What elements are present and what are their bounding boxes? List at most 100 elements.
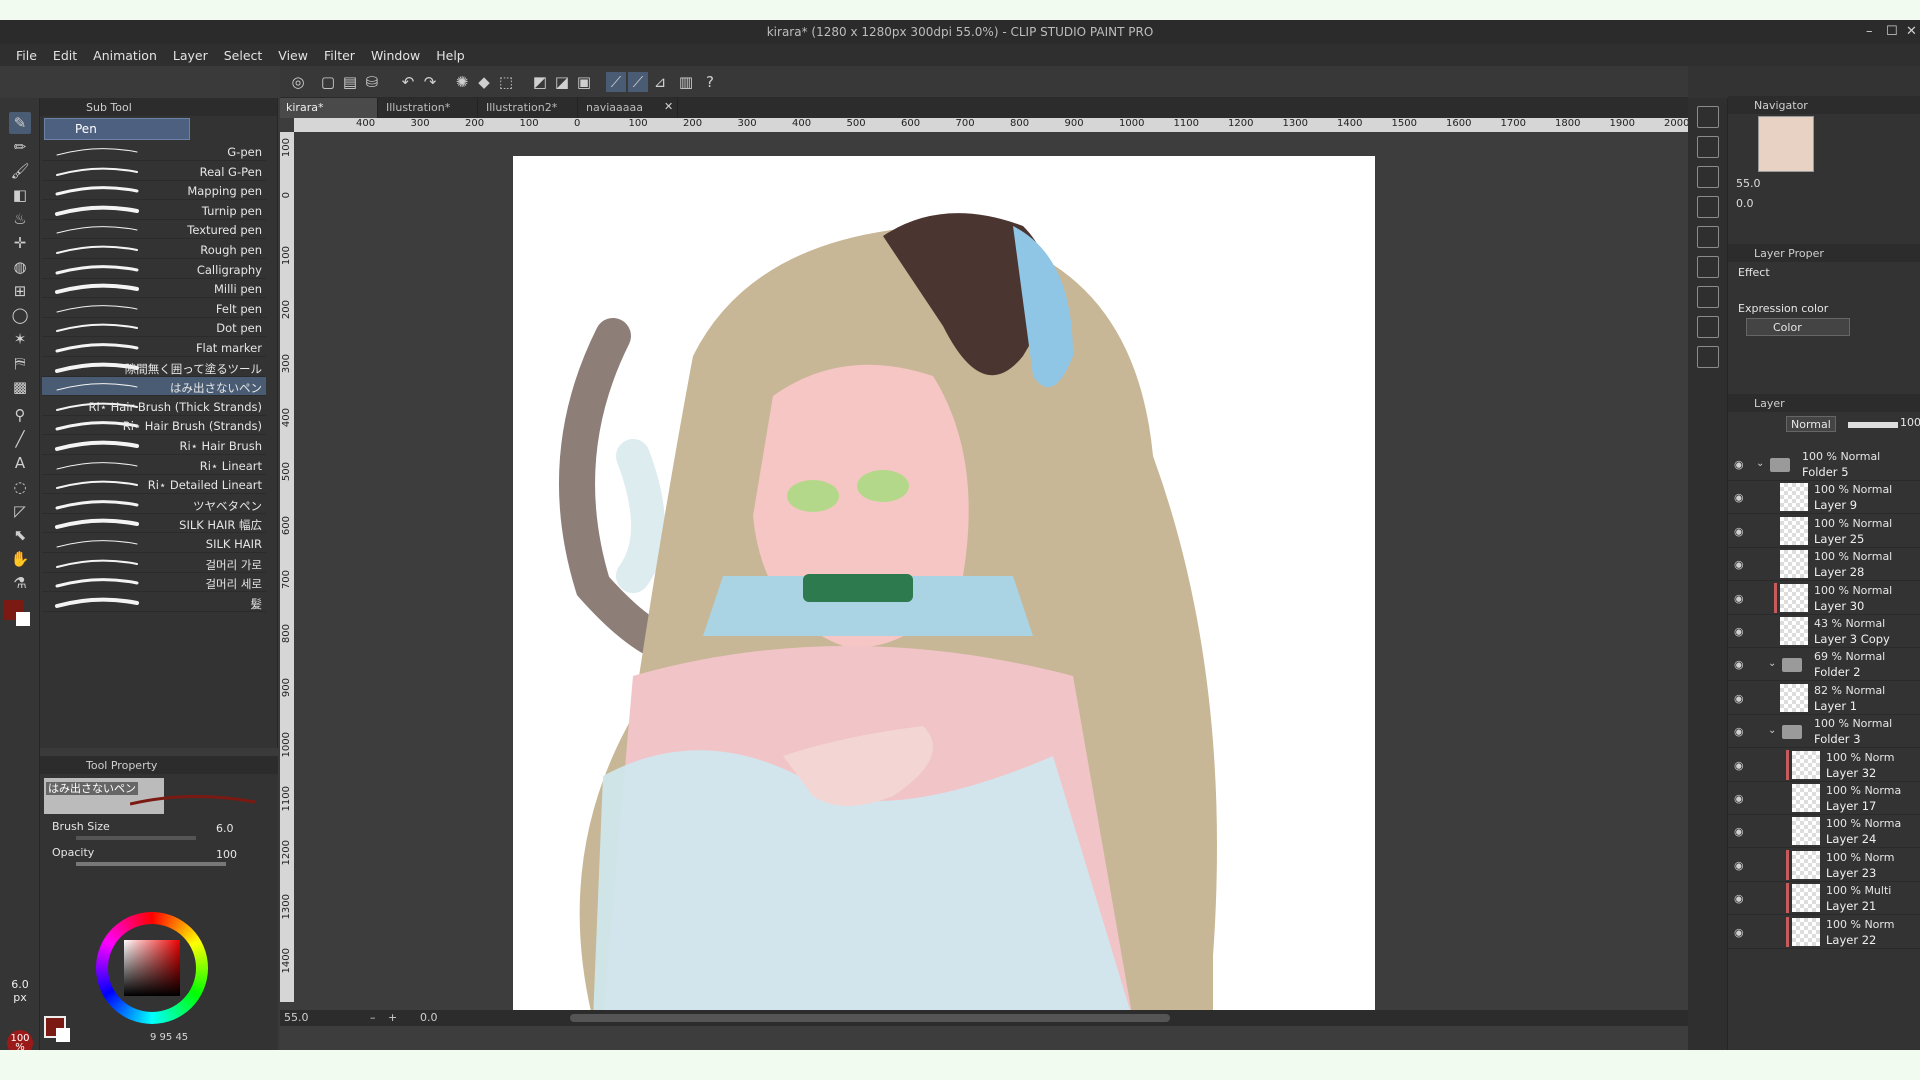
lasso-tool-icon[interactable]: ◯ — [9, 304, 31, 326]
layer-row[interactable]: ◉ 43 % Normal Layer 3 Copy — [1728, 615, 1920, 648]
visibility-eye-icon[interactable]: ◉ — [1734, 525, 1744, 538]
panel-icon-1[interactable] — [1697, 106, 1719, 128]
layer-row[interactable]: ◉ 100 % Normal Layer 30 — [1728, 582, 1920, 615]
visibility-eye-icon[interactable]: ◉ — [1734, 926, 1744, 939]
menu-view[interactable]: View — [270, 44, 316, 63]
visibility-eye-icon[interactable]: ◉ — [1734, 592, 1744, 605]
brush-item[interactable]: Turnip pen — [42, 201, 266, 220]
zoom-out-icon[interactable]: – — [370, 1011, 376, 1024]
angle-readout[interactable]: 0.0 — [420, 1011, 438, 1024]
menu-animation[interactable]: Animation — [85, 44, 165, 63]
brush-item[interactable]: Real G-Pen — [42, 162, 266, 181]
eraser-tool-icon[interactable]: ◧ — [9, 184, 31, 206]
layer-row[interactable]: ◉ 100 % Normal Layer 25 — [1728, 515, 1920, 548]
object-tool-icon[interactable]: ⬉ — [9, 524, 31, 546]
open-file-icon[interactable]: ▤ — [340, 72, 360, 92]
layer-row[interactable]: ◉ 100 % Norm Layer 22 — [1728, 916, 1920, 949]
maximize-icon[interactable]: ☐ — [1886, 24, 1898, 39]
brush-item[interactable]: 걸머리 세로 — [42, 573, 266, 593]
panel-icon-4[interactable] — [1697, 196, 1719, 218]
blend-tool-icon[interactable]: ♨ — [9, 208, 31, 230]
fill-tool-icon[interactable]: ◍ — [9, 256, 31, 278]
brush-tool-icon[interactable]: 🖌 — [9, 160, 31, 182]
blend-mode-select[interactable]: Normal — [1786, 416, 1836, 432]
layer-row[interactable]: ◉ 100 % Multi Layer 21 — [1728, 882, 1920, 916]
visibility-eye-icon[interactable]: ◉ — [1734, 759, 1744, 772]
brush-item[interactable]: Calligraphy — [42, 260, 266, 279]
figure-tool-icon[interactable]: ⊞ — [9, 280, 31, 302]
sub-tool-group-pen[interactable]: Pen — [44, 118, 190, 140]
new-file-icon[interactable]: ▢ — [318, 72, 338, 92]
brush-item[interactable]: Ri⋆ Hair Brush (Strands) — [42, 416, 266, 436]
minimize-icon[interactable]: – — [1866, 24, 1873, 39]
brush-item[interactable]: Rough pen — [42, 240, 266, 259]
brush-item[interactable]: Ri⋆ Hair Brush — [42, 436, 266, 455]
drawing-canvas[interactable] — [513, 156, 1375, 1020]
balloon-tool-icon[interactable]: ◌ — [9, 476, 31, 498]
clip-studio-icon[interactable]: ◎ — [288, 72, 308, 92]
save-icon[interactable]: ⛁ — [362, 72, 382, 92]
menu-window[interactable]: Window — [363, 44, 428, 63]
visibility-eye-icon[interactable]: ◉ — [1734, 792, 1744, 805]
visibility-eye-icon[interactable]: ◉ — [1734, 558, 1744, 571]
visibility-eye-icon[interactable]: ◉ — [1734, 458, 1744, 471]
brush-item[interactable]: SILK HAIR — [42, 534, 266, 553]
brush-item[interactable]: 髪 — [42, 593, 266, 612]
menu-layer[interactable]: Layer — [165, 44, 216, 63]
zoom-readout[interactable]: 55.0 — [284, 1011, 309, 1024]
opacity-slider[interactable] — [76, 862, 226, 866]
brush-item[interactable]: Flat marker — [42, 338, 266, 357]
layer-folder-row[interactable]: ◉ ⌄ 100 % Normal Folder 3 — [1728, 715, 1920, 749]
visibility-eye-icon[interactable]: ◉ — [1734, 892, 1744, 905]
brush-item[interactable]: 걸머리 가로 — [42, 554, 266, 573]
brush-item[interactable]: 隙間無く囲って塗るツール — [42, 358, 266, 377]
gradient-tool-icon[interactable]: ▩ — [9, 376, 31, 398]
auto-select-icon[interactable]: ✶ — [9, 328, 31, 350]
brush-size-slider[interactable] — [76, 836, 196, 840]
layer-row[interactable]: ◉ 82 % Normal Layer 1 — [1728, 682, 1920, 715]
panel-icon-7[interactable] — [1697, 286, 1719, 308]
brush-item[interactable]: ツヤベタペン — [42, 495, 266, 514]
horizontal-scrollbar[interactable] — [570, 1014, 1170, 1022]
visibility-eye-icon[interactable]: ◉ — [1734, 859, 1744, 872]
brush-item[interactable]: Textured pen — [42, 220, 266, 240]
opacity-value[interactable]: 100 — [216, 848, 237, 861]
selection-area-icon[interactable]: ▣ — [574, 72, 594, 92]
line-tool-icon[interactable]: ╱ — [9, 428, 31, 450]
help-icon[interactable]: ? — [700, 72, 720, 92]
wheel-sub-color[interactable] — [56, 1028, 70, 1042]
tab-kirara[interactable]: kirara* — [280, 98, 378, 118]
fill-icon[interactable]: ◆ — [474, 72, 494, 92]
menu-filter[interactable]: Filter — [316, 44, 363, 63]
zoom-in-icon[interactable]: + — [388, 1011, 397, 1024]
snap-grid-icon[interactable]: ⊿ — [650, 72, 670, 92]
visibility-eye-icon[interactable]: ◉ — [1734, 491, 1744, 504]
brush-item[interactable]: Ri⋆ Detailed Lineart — [42, 475, 266, 495]
layer-row[interactable]: ◉ 100 % Norm Layer 32 — [1728, 749, 1920, 782]
panel-icon-3[interactable] — [1697, 166, 1719, 188]
close-icon[interactable]: ✕ — [1906, 24, 1917, 39]
brush-size-value[interactable]: 6.0 — [216, 822, 234, 835]
folder-chevron-icon[interactable]: ⌄ — [1756, 458, 1764, 469]
snap-special-ruler-icon[interactable]: ⟋ — [628, 72, 648, 92]
menu-help[interactable]: Help — [428, 44, 473, 63]
brush-item[interactable]: SILK HAIR 幅広 — [42, 514, 266, 534]
panel-icon-8[interactable] — [1697, 316, 1719, 338]
layer-row[interactable]: ◉ 100 % Norma Layer 17 — [1728, 782, 1920, 815]
hand-tool-icon[interactable]: ✋ — [9, 548, 31, 570]
panel-icon-9[interactable] — [1697, 346, 1719, 368]
brush-item[interactable]: G-pen — [42, 142, 266, 161]
sub-color-swatch[interactable] — [16, 612, 30, 626]
layer-folder-row[interactable]: ◉ ⌄ 69 % Normal Folder 2 — [1728, 648, 1920, 682]
pen-tool-icon[interactable]: ✎ — [9, 112, 31, 134]
layer-row[interactable]: ◉ 100 % Norm Layer 23 — [1728, 849, 1920, 882]
tab-illustration[interactable]: Illustration* — [380, 98, 478, 118]
visibility-eye-icon[interactable]: ◉ — [1734, 692, 1744, 705]
visibility-eye-icon[interactable]: ◉ — [1734, 625, 1744, 638]
tab-illustration2[interactable]: Illustration2* — [480, 98, 578, 118]
layer-row[interactable]: ◉ 100 % Norma Layer 24 — [1728, 815, 1920, 849]
undo-icon[interactable]: ↶ — [398, 72, 418, 92]
layer-opacity-slider[interactable] — [1848, 422, 1898, 428]
brush-item[interactable]: Milli pen — [42, 279, 266, 299]
text-tool-icon[interactable]: A — [9, 452, 31, 474]
